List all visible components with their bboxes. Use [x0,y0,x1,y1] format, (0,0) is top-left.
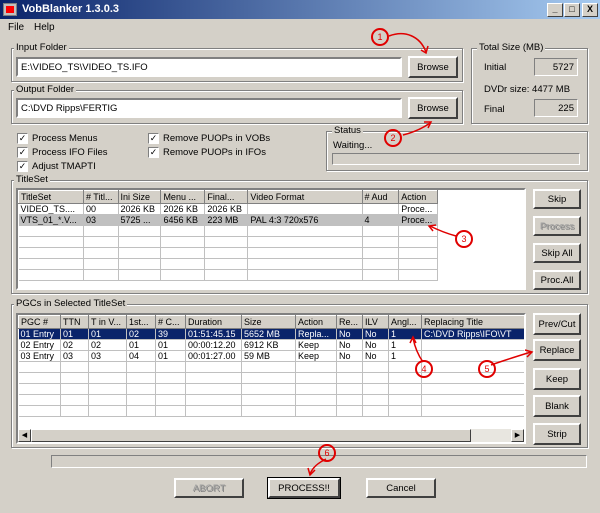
maximize-button[interactable]: □ [564,3,580,17]
prev-cut-button[interactable]: Prev/Cut [533,313,581,335]
checkbox-box: ✓ [148,133,159,144]
total-size-label: Total Size (MB) [477,42,546,53]
blank-button[interactable]: Blank [533,395,581,417]
col-menu[interactable]: Menu ... [160,190,206,204]
dvdr-size-label: DVDr size: 4477 MB [484,84,571,95]
titleset-label: TitleSet [14,174,50,185]
col-titleset[interactable]: TitleSet [18,190,84,204]
col-final[interactable]: Final... [204,190,249,204]
remove-puops-vobs-checkbox[interactable]: ✓ Remove PUOPs in VOBs [148,133,270,144]
table-row[interactable]: 03 Entry 03 03 04 01 00:01:27.00 59 MB Keep No… [18,350,524,362]
scroll-right-icon[interactable]: ▶ [511,429,524,442]
checkbox-box: ✓ [17,133,28,144]
abort-button[interactable]: ABORT [174,478,244,498]
initial-size-value: 5727 [534,58,578,76]
skip-all-button[interactable]: Skip All [533,243,581,263]
col-pgc-action[interactable]: Action [295,315,337,329]
table-row[interactable]: 02 Entry 02 02 01 01 00:00:12.20 6912 KB Keep … [18,339,524,351]
col-action[interactable]: Action [398,190,438,204]
col-re[interactable]: Re... [336,315,363,329]
checkbox-box: ✓ [17,147,28,158]
cancel-button[interactable]: Cancel [366,478,436,498]
status-group [326,131,588,171]
menu-file[interactable]: File [8,22,24,33]
skip-button[interactable]: Skip [533,189,581,209]
col-cells[interactable]: # C... [155,315,186,329]
strip-button[interactable]: Strip [533,423,581,445]
checkbox-box: ✓ [17,161,28,172]
col-titles[interactable]: # Titl... [82,190,119,204]
menu-help[interactable]: Help [34,22,55,33]
app-icon [3,3,17,16]
process-button[interactable]: PROCESS!! [267,477,341,499]
process-titleset-button[interactable]: Process [533,216,581,236]
status-label: Status [332,125,363,136]
col-ilv[interactable]: ILV [362,315,389,329]
col-ini-size[interactable]: Ini Size [117,190,162,204]
col-video-format[interactable]: Video Format [247,190,363,204]
initial-label: Initial [484,62,507,73]
col-duration[interactable]: Duration [185,315,242,329]
annotation-marker-6: 6 [318,444,336,462]
titleset-header-row: TitleSet # Titl... Ini Size Menu ... Fin… [18,190,438,204]
table-row[interactable]: VTS_01_*.V... 03 5725 ... 6456 KB 223 MB PAL… [18,214,438,226]
process-menus-checkbox[interactable]: ✓ Process Menus [17,133,97,144]
input-folder-label: Input Folder [14,42,69,53]
annotation-marker-4: 4 [415,360,433,378]
titleset-list[interactable]: TitleSet # Titl... Ini Size Menu ... Fin… [16,188,526,290]
annotation-arrowhead-6 [307,467,316,477]
status-text: Waiting... [333,140,373,151]
output-folder-field[interactable]: C:\DVD Ripps\FERTIG [16,98,402,118]
output-folder-label: Output Folder [14,84,77,95]
checkbox-box: ✓ [148,147,159,158]
col-ttn[interactable]: TTN [60,315,89,329]
proc-all-button[interactable]: Proc.All [533,270,581,290]
table-row[interactable]: 01 Entry 01 01 02 39 01:51:45.15 5652 MB Repla… [18,328,524,340]
annotation-marker-3: 3 [455,230,473,248]
col-size[interactable]: Size [241,315,296,329]
scroll-thumb[interactable] [31,429,471,442]
replace-button[interactable]: Replace [533,339,581,361]
title-bar[interactable]: VobBlanker 1.3.0.3 _ □ X [0,0,600,19]
col-t-in-vts[interactable]: T in V... [88,315,127,329]
col-pgc[interactable]: PGC # [18,315,61,329]
keep-button[interactable]: Keep [533,368,581,390]
adjust-tmapti-checkbox[interactable]: ✓ Adjust TMAPTI [17,161,96,172]
pgc-header-row: PGC # TTN T in V... 1st... # C... Durati… [18,315,524,329]
annotation-marker-1: 1 [371,28,389,46]
annotation-marker-5: 5 [478,360,496,378]
window-title: VobBlanker 1.3.0.3 [22,3,120,15]
pgc-horizontal-scrollbar[interactable]: ◀ ▶ [18,429,524,442]
pgc-list[interactable]: PGC # TTN T in V... 1st... # C... Durati… [16,313,526,444]
close-button[interactable]: X [582,3,598,17]
vobblanker-window: VobBlanker 1.3.0.3 _ □ X File Help Input… [0,0,600,513]
col-first[interactable]: 1st... [126,315,156,329]
status-progress-bar [332,153,580,165]
col-angle[interactable]: Angl... [388,315,422,329]
minimize-button[interactable]: _ [547,3,563,17]
annotation-marker-2: 2 [384,129,402,147]
table-row[interactable]: VIDEO_TS.... 00 2026 KB 2026 KB 2026 KB Proc… [18,203,438,215]
input-folder-field[interactable]: E:\VIDEO_TS\VIDEO_TS.IFO [16,57,402,77]
col-replacing-title[interactable]: Replacing Title [421,315,524,329]
output-browse-button[interactable]: Browse [408,97,458,119]
titleset-table: TitleSet # Titl... Ini Size Menu ... Fin… [18,190,438,281]
input-browse-button[interactable]: Browse [408,56,458,78]
pgc-table: PGC # TTN T in V... 1st... # C... Durati… [18,315,524,417]
remove-puops-ifos-checkbox[interactable]: ✓ Remove PUOPs in IFOs [148,147,266,158]
final-label: Final [484,104,505,115]
pgcs-label: PGCs in Selected TitleSet [14,298,128,309]
process-ifo-files-checkbox[interactable]: ✓ Process IFO Files [17,147,108,158]
col-audio[interactable]: # Aud [361,190,400,204]
final-size-value: 225 [534,99,578,117]
scroll-left-icon[interactable]: ◀ [18,429,31,442]
menu-bar: File Help [0,20,600,36]
